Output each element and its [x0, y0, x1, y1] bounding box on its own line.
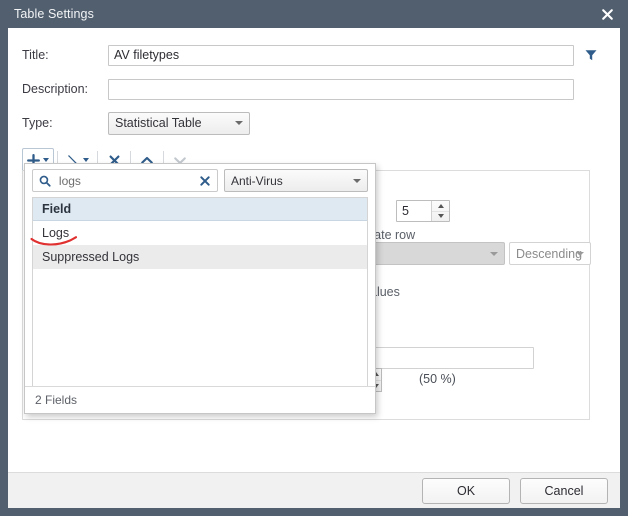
cancel-button[interactable]: Cancel [520, 477, 608, 504]
limit-stepper[interactable]: 5 [396, 200, 450, 222]
chevron-down-icon [235, 121, 243, 125]
filter-icon[interactable] [583, 46, 599, 64]
list-item-label: Logs [42, 226, 70, 240]
close-icon[interactable] [594, 3, 620, 25]
field-list: Field Logs Suppressed Logs [32, 197, 368, 386]
list-item[interactable]: Logs [33, 221, 367, 245]
table-settings-dialog: Table Settings Title: Description: [0, 0, 628, 516]
chevron-down-icon [576, 251, 584, 256]
sort-order-select[interactable]: Descending [509, 242, 591, 265]
type-label: Type: [22, 116, 53, 130]
type-row: Type: Statistical Table [8, 108, 620, 138]
source-select-value: Anti-Virus [231, 173, 283, 188]
percent-label: (50 %) [419, 372, 456, 386]
search-box[interactable] [32, 169, 218, 192]
ok-button[interactable]: OK [422, 477, 510, 504]
description-input[interactable] [108, 78, 574, 100]
title-row: Title: [8, 40, 620, 70]
list-item-label: Suppressed Logs [42, 250, 140, 264]
type-select[interactable]: Statistical Table [108, 111, 250, 135]
search-input[interactable] [56, 172, 193, 189]
chevron-down-icon [83, 158, 89, 162]
threshold-input[interactable] [366, 347, 534, 369]
sort-order-value: Descending [516, 246, 583, 261]
source-select[interactable]: Anti-Virus [224, 169, 368, 192]
title-input[interactable] [108, 44, 574, 66]
chevron-down-icon [43, 158, 49, 162]
limit-value[interactable]: 5 [397, 201, 431, 221]
chevron-down-icon [353, 178, 361, 183]
field-list-header: Field [33, 198, 367, 221]
group-by-select [360, 242, 505, 265]
description-label: Description: [22, 82, 88, 96]
field-picker-popup: Anti-Virus Field Logs Suppressed Logs 2 … [24, 163, 376, 414]
window-title: Table Settings [14, 7, 94, 21]
type-select-value: Statistical Table [115, 116, 202, 130]
settings-form: Title: Description: Type: Statistical Ta… [8, 28, 620, 138]
stepper-down-icon[interactable] [432, 212, 449, 222]
titlebar: Table Settings [0, 0, 628, 28]
separate-row-label: rate row [370, 228, 416, 242]
clear-icon[interactable] [199, 175, 211, 187]
description-row: Description: [8, 74, 620, 104]
search-icon [39, 175, 51, 187]
field-count-status: 2 Fields [25, 386, 375, 413]
list-item[interactable]: Suppressed Logs [33, 245, 367, 269]
chevron-down-icon [490, 251, 498, 256]
title-label: Title: [22, 48, 49, 62]
field-picker-toolbar: Anti-Virus [25, 164, 375, 197]
dialog-footer: OK Cancel [8, 472, 620, 508]
stepper-up-icon[interactable] [432, 201, 449, 212]
